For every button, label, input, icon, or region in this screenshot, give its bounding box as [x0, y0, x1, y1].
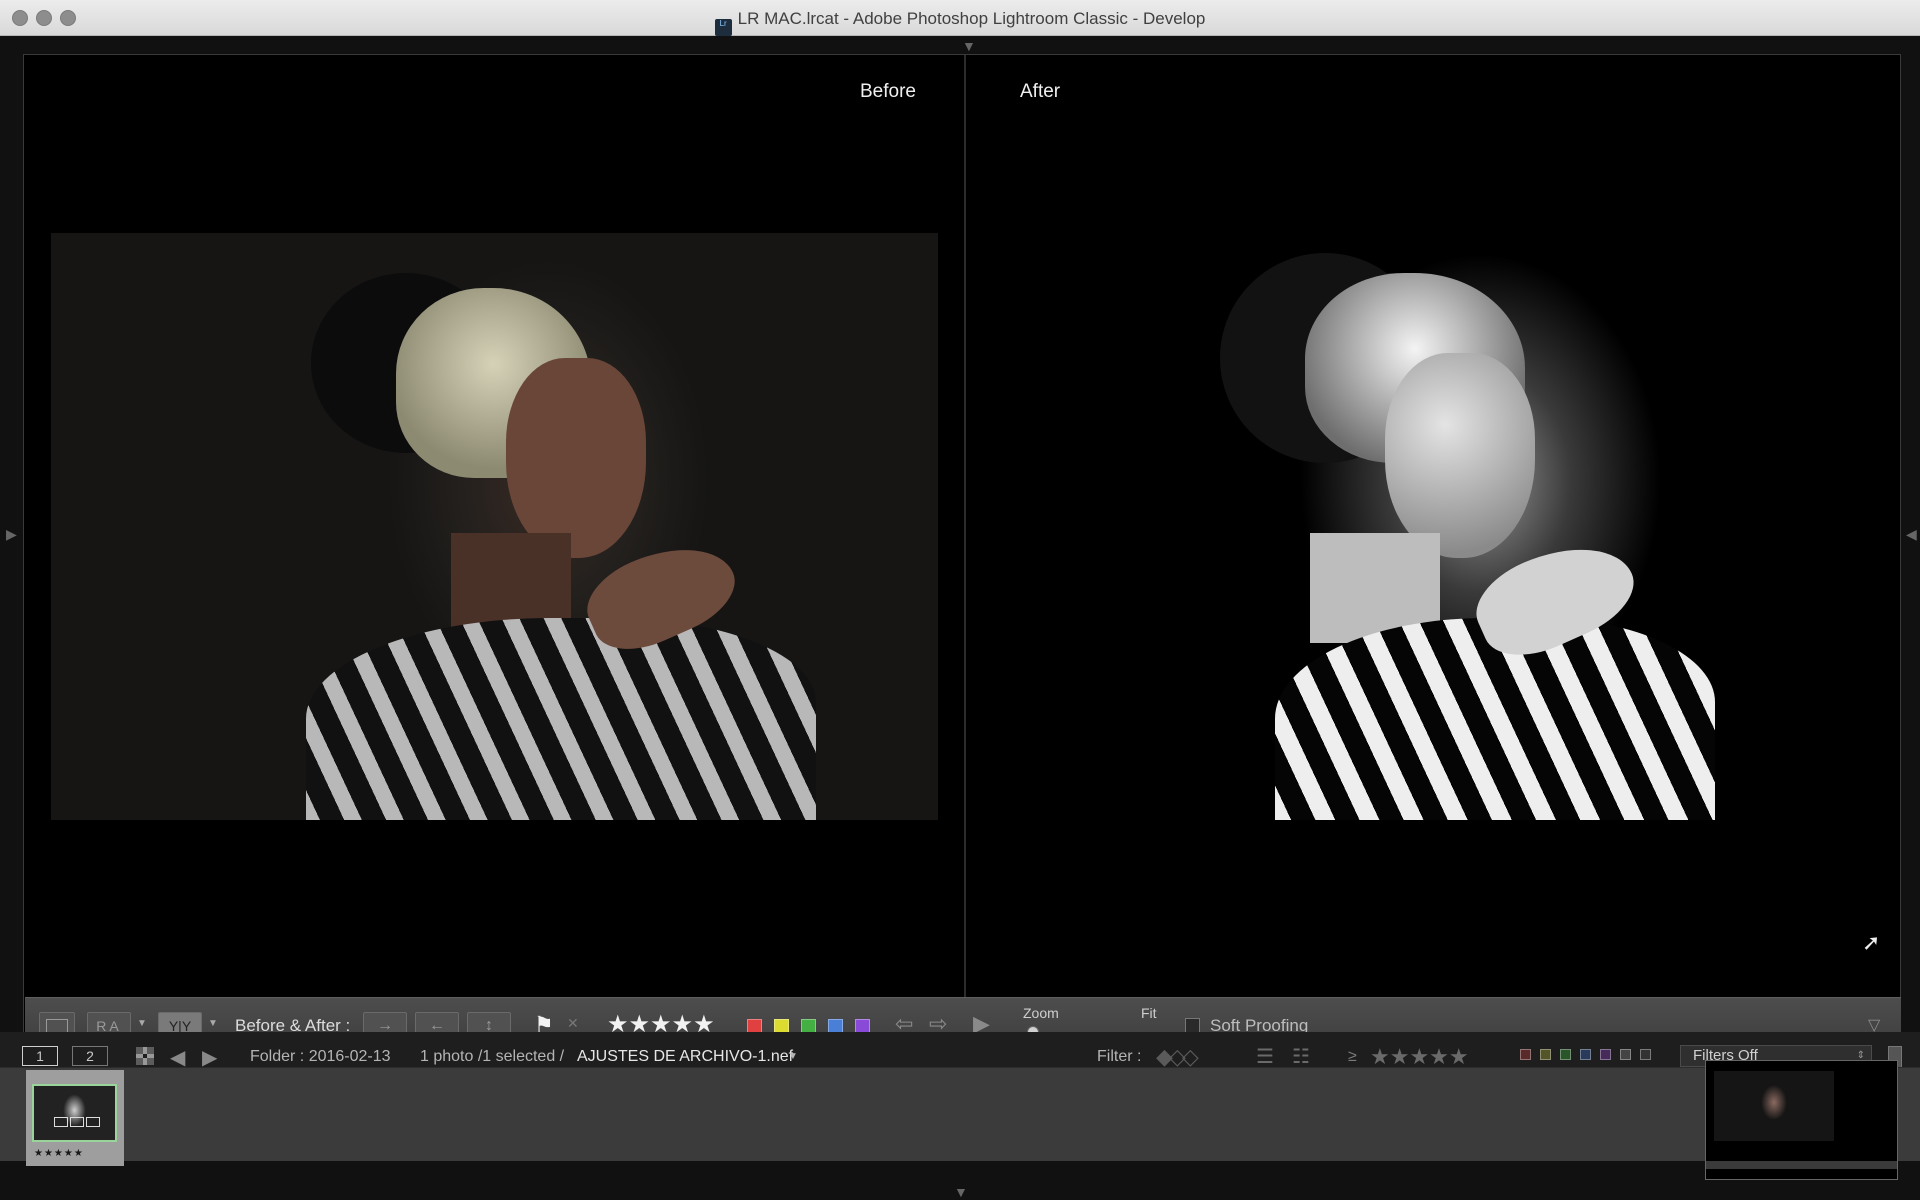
filter-label: Filter : [1097, 1048, 1142, 1065]
filmstrip-thumbnail[interactable] [32, 1084, 117, 1142]
develop-badge-icon [86, 1117, 100, 1127]
before-photo[interactable] [51, 233, 938, 820]
before-photo-shirt [306, 618, 816, 820]
soft-proofing-checkbox[interactable] [1185, 1018, 1200, 1033]
secondary-window-page-2[interactable]: 2 [72, 1046, 108, 1066]
keyword-badge-icon [70, 1117, 84, 1127]
after-label: After [1020, 81, 1061, 102]
filename-dropdown-icon[interactable]: ▼ [788, 1051, 798, 1062]
after-photo-face [1385, 353, 1535, 558]
thumbnail-badges [54, 1114, 100, 1132]
selection-count: 1 photo /1 selected / [420, 1048, 565, 1065]
preview-toolbar [1706, 1161, 1897, 1169]
preview-photo [1714, 1071, 1834, 1141]
before-after-viewer: Before After ➚ RA ▼ Y|Y ▼ Before & After… [23, 54, 1901, 1054]
before-label: Before [860, 81, 916, 102]
window-title-container: Lr LR MAC.lrcat - Adobe Photoshop Lightro… [0, 9, 1920, 36]
grid-view-icon[interactable] [136, 1047, 154, 1065]
filter-color-green[interactable] [1560, 1049, 1571, 1060]
lightroom-app-icon: Lr [714, 19, 732, 36]
title-bar: Lr LR MAC.lrcat - Adobe Photoshop Lightro… [0, 0, 1920, 36]
rating-filter-operator[interactable]: ≥ [1348, 1048, 1357, 1066]
edited-filter-icon[interactable]: ☰ [1256, 1044, 1274, 1069]
top-panel-toggle-icon[interactable]: ▼ [962, 38, 976, 54]
view-mode-dropdown-icon[interactable]: ▼ [137, 1018, 147, 1029]
zoom-value: Fit [1141, 1005, 1157, 1021]
filter-color-blue[interactable] [1580, 1049, 1591, 1060]
after-photo[interactable] [1160, 233, 1801, 820]
before-photo-face [506, 358, 646, 558]
filter-color-purple[interactable] [1600, 1049, 1611, 1060]
thumbnail-rating: ★★★★★ [34, 1148, 84, 1159]
split-divider [964, 55, 966, 997]
secondary-window-preview[interactable] [1705, 1060, 1898, 1180]
bottom-panel-toggle-icon[interactable]: ▼ [954, 1184, 968, 1200]
unedited-filter-icon[interactable]: ☷ [1292, 1044, 1310, 1069]
filter-color-none[interactable] [1640, 1049, 1651, 1060]
reject-flag-icon[interactable]: ✕ [567, 1015, 579, 1032]
zoom-label: Zoom [1023, 1005, 1059, 1021]
right-panel-toggle-icon[interactable]: ◀ [1906, 526, 1917, 543]
filmstrip-thumbnail-cell[interactable]: ★★★★★ [26, 1070, 124, 1166]
app-body: ▼ ▶ ◀ ▼ Before After ➚ RA ▼ Y|Y ▼ Before… [0, 36, 1920, 1200]
main-window-page-1[interactable]: 1 [22, 1046, 58, 1066]
current-filename[interactable]: AJUSTES DE ARCHIVO-1.nef [577, 1048, 793, 1066]
filter-color-yellow[interactable] [1540, 1049, 1551, 1060]
loupe-view-icon [46, 1019, 68, 1033]
split-mode-dropdown-icon[interactable]: ▼ [208, 1018, 218, 1029]
crop-badge-icon [54, 1117, 68, 1127]
window-title: LR MAC.lrcat - Adobe Photoshop Lightroom… [737, 9, 1206, 28]
filter-color-other[interactable] [1620, 1049, 1631, 1060]
left-panel-toggle-icon[interactable]: ▶ [6, 526, 17, 543]
folder-label: Folder : 2016-02-13 [250, 1048, 391, 1065]
filmstrip: ★★★★★ [0, 1067, 1920, 1166]
filter-color-red[interactable] [1520, 1049, 1531, 1060]
mouse-cursor-icon: ➚ [1862, 930, 1881, 955]
